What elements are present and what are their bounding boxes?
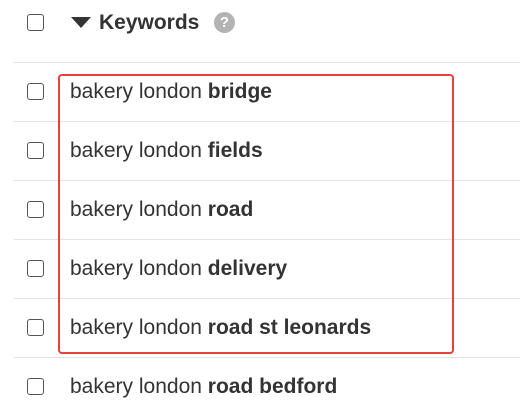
table-header: Keywords ?	[0, 0, 520, 62]
table-row: bakery london bridge	[0, 62, 520, 121]
sort-desc-icon[interactable]	[71, 17, 91, 28]
keyword-text[interactable]: bakery london delivery	[70, 255, 287, 283]
table-row: bakery london fields	[0, 121, 520, 180]
row-checkbox[interactable]	[27, 83, 44, 100]
row-checkbox[interactable]	[27, 260, 44, 277]
keyword-base: bakery london	[70, 316, 202, 339]
table-row: bakery london road	[0, 180, 520, 239]
table-row: bakery london delivery	[0, 239, 520, 298]
keyword-suffix: road	[207, 198, 254, 221]
row-divider	[14, 298, 520, 299]
keyword-suffix: delivery	[207, 257, 288, 280]
keyword-base: bakery london	[70, 375, 202, 398]
table-row: bakery london road bedford	[0, 357, 520, 416]
row-divider	[14, 62, 520, 63]
row-divider	[14, 239, 520, 240]
row-checkbox[interactable]	[27, 142, 44, 159]
keyword-text[interactable]: bakery london road bedford	[70, 373, 337, 401]
keyword-base: bakery london	[70, 139, 202, 162]
keyword-text[interactable]: bakery london road	[70, 196, 253, 224]
keyword-base: bakery london	[70, 198, 202, 221]
table-row: bakery london road st leonards	[0, 298, 520, 357]
row-divider	[14, 180, 520, 181]
keyword-suffix: bridge	[207, 80, 272, 103]
keyword-text[interactable]: bakery london bridge	[70, 78, 272, 106]
help-icon[interactable]: ?	[214, 12, 235, 33]
keyword-text[interactable]: bakery london road st leonards	[70, 314, 371, 342]
row-checkbox[interactable]	[27, 319, 44, 336]
keyword-text[interactable]: bakery london fields	[70, 137, 263, 165]
row-checkbox[interactable]	[27, 378, 44, 395]
select-all-checkbox[interactable]	[27, 14, 44, 31]
keywords-column-header[interactable]: Keywords	[99, 9, 199, 37]
keyword-suffix: road st leonards	[207, 316, 372, 339]
keyword-base: bakery london	[70, 80, 202, 103]
row-divider	[14, 357, 520, 358]
keyword-suffix: fields	[207, 139, 263, 162]
keyword-suffix: road bedford	[207, 375, 338, 398]
keywords-table: Keywords ? bakery london bridge bakery l…	[0, 0, 520, 416]
row-divider	[14, 121, 520, 122]
keyword-base: bakery london	[70, 257, 202, 280]
row-checkbox[interactable]	[27, 201, 44, 218]
